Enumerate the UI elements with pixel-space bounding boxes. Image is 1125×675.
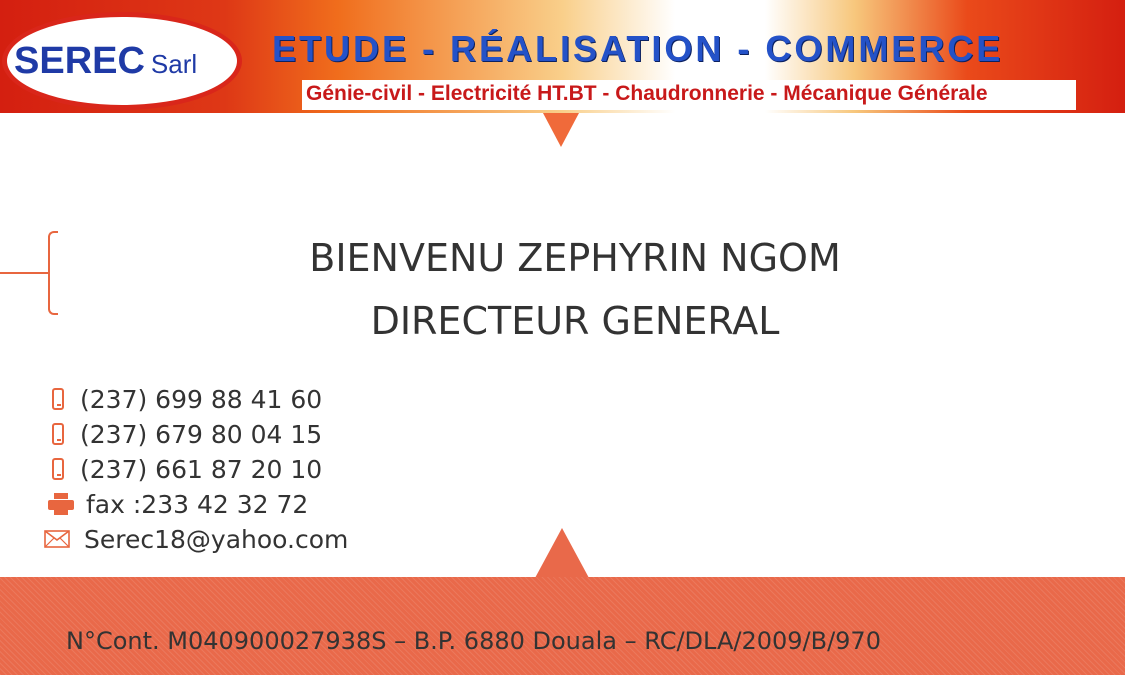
footer-up-arrow-icon <box>535 528 589 578</box>
header-banner: SEREC Sarl ETUDE - RÉALISATION - COMMERCE… <box>0 0 1125 113</box>
footer-registration: N°Cont. M040900027938S – B.P. 6880 Doual… <box>66 627 881 655</box>
mobile-phone-icon <box>52 423 64 445</box>
services-text: Génie-civil - Electricité HT.BT - Chaudr… <box>306 82 988 105</box>
bracket-connector-line <box>0 272 48 274</box>
contact-fax-text: fax :233 42 32 72 <box>86 489 309 519</box>
contact-phone-2-text: (237) 679 80 04 15 <box>80 419 323 449</box>
person-name: BIENVENU ZEPHYRIN NGOM <box>309 236 841 280</box>
contact-phone-3[interactable]: (237) 661 87 20 10 <box>42 452 322 486</box>
contact-phone-3-text: (237) 661 87 20 10 <box>80 454 323 484</box>
contact-email-text: Serec18@yahoo.com <box>84 524 349 554</box>
company-tagline: ETUDE - RÉALISATION - COMMERCE <box>272 28 1004 69</box>
contact-email[interactable]: Serec18@yahoo.com <box>42 522 348 556</box>
contact-fax: fax :233 42 32 72 <box>42 487 308 521</box>
person-title: DIRECTEUR GENERAL <box>370 299 780 343</box>
mobile-phone-icon <box>52 388 64 410</box>
services-strip: Génie-civil - Electricité HT.BT - Chaudr… <box>302 80 1076 110</box>
contact-phone-2[interactable]: (237) 679 80 04 15 <box>42 417 322 451</box>
logo-main-text: SEREC <box>14 40 145 82</box>
banner-down-arrow-icon <box>543 113 579 147</box>
contact-phone-1[interactable]: (237) 699 88 41 60 <box>42 382 322 416</box>
logo-suffix-text: Sarl <box>150 49 198 79</box>
bracket-decoration <box>48 231 58 315</box>
footer-band <box>0 577 1125 675</box>
contact-phone-1-text: (237) 699 88 41 60 <box>80 384 323 414</box>
envelope-icon <box>44 530 70 548</box>
printer-icon <box>48 493 74 515</box>
company-logo: SEREC Sarl <box>14 40 197 83</box>
mobile-phone-icon <box>52 458 64 480</box>
